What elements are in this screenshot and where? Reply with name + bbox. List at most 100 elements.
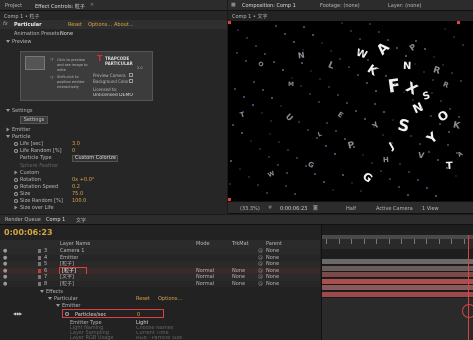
particle-type-dropdown[interactable]: Custom Colorize xyxy=(72,155,118,162)
timeline-timecode[interactable]: 0:00:06:23 xyxy=(4,228,53,237)
breadcrumb: Comp 1 • 粒子 xyxy=(4,14,40,20)
particle-speck xyxy=(328,86,330,88)
stopwatch-icon[interactable] xyxy=(14,191,18,196)
layer-track-bar[interactable] xyxy=(322,285,473,291)
particle-speck xyxy=(439,123,441,125)
work-area-bar[interactable] xyxy=(322,235,473,239)
time-ruler[interactable] xyxy=(322,239,473,249)
viewer-timecode[interactable]: 0:00:06:23 xyxy=(280,206,307,212)
layer-label-color[interactable] xyxy=(38,262,41,266)
zoom-dropdown[interactable]: (33.3%) xyxy=(240,206,260,212)
layer-name[interactable]: [粒子] xyxy=(60,281,74,288)
particle-speck xyxy=(237,29,239,31)
preview-camera-checkbox[interactable] xyxy=(129,73,133,77)
particle-speck xyxy=(389,178,391,180)
particle-speck xyxy=(332,189,334,191)
particle-speck xyxy=(423,71,425,73)
comp-canvas[interactable]: AFXNSYTKSWONGPLJVUNGWKYHELRPMOTRA xyxy=(228,21,473,201)
particle-letter: P xyxy=(407,42,418,53)
particle-speck xyxy=(462,44,464,46)
particle-speck xyxy=(314,173,316,175)
life-random-value[interactable]: 0 xyxy=(72,147,75,155)
layer-track-bar[interactable] xyxy=(322,278,473,285)
timeline-options-link[interactable]: Options... xyxy=(158,295,182,303)
size-random-value[interactable]: 100.0 xyxy=(72,197,86,205)
camera-dropdown[interactable]: Active Camera xyxy=(376,206,413,212)
particle-speck xyxy=(246,37,248,39)
preview-hint-2: Shift-click to position emitter interact… xyxy=(57,75,85,89)
particle-speck xyxy=(303,26,305,28)
particular-preview-box[interactable]: ☞ Click to preview and see image to writ… xyxy=(20,51,153,101)
particle-speck xyxy=(250,140,252,142)
stopwatch-icon[interactable] xyxy=(14,177,18,182)
size-over-life-row[interactable]: Size over Life xyxy=(14,204,54,212)
property-track-area xyxy=(322,298,473,340)
tab-project[interactable]: Project xyxy=(5,3,22,9)
resolution-dropdown[interactable]: Half xyxy=(346,206,356,212)
stopwatch-icon[interactable] xyxy=(14,198,18,203)
stopwatch-icon[interactable] xyxy=(65,312,69,316)
animation-presets-dropdown[interactable]: None xyxy=(60,31,73,37)
preview-section-label[interactable]: Preview xyxy=(6,39,31,45)
stopwatch-icon[interactable] xyxy=(14,148,18,153)
layer-track-bar[interactable] xyxy=(322,265,473,272)
effects-tree: Effects Particular Reset Options... Emit… xyxy=(0,288,320,340)
particle-letter: H xyxy=(382,155,390,165)
close-icon[interactable]: × xyxy=(90,2,94,8)
tab-comp-1[interactable]: Comp 1 xyxy=(46,217,65,223)
emitter-sub-value[interactable]: RGB - Particle Size xyxy=(136,336,182,340)
layer-label-color[interactable] xyxy=(38,249,41,253)
reset-link[interactable]: Reset xyxy=(68,22,82,28)
licensed-name: Unlicensed DEMO xyxy=(93,93,133,98)
layer-label-color[interactable] xyxy=(38,268,41,273)
layer-mode[interactable]: Normal xyxy=(196,281,214,288)
ruler-tick xyxy=(338,239,340,244)
timeline-reset-link[interactable]: Reset xyxy=(136,295,150,303)
tab-layer[interactable]: Layer: (none) xyxy=(388,3,422,9)
particle-speck xyxy=(382,134,384,136)
settings-button[interactable]: Settings xyxy=(20,116,48,124)
layer-row[interactable]: ● 8 [粒子] Normal None @ None xyxy=(0,280,320,288)
layer-trkmat[interactable]: None xyxy=(232,281,245,288)
visibility-eye-icon[interactable]: ● xyxy=(3,281,7,288)
about-link[interactable]: About... xyxy=(114,22,134,28)
tab-composition[interactable]: Composition: Comp 1 xyxy=(242,3,296,9)
tab-effect-controls[interactable]: Effect Controls: 粒子 xyxy=(35,3,85,10)
playhead[interactable] xyxy=(468,235,469,340)
ruler-tick xyxy=(351,239,352,244)
layer-label-color[interactable] xyxy=(38,255,41,260)
layer-label-color[interactable] xyxy=(38,275,41,279)
particle-speck xyxy=(273,61,275,63)
keyframe-navigator-icon[interactable]: ◀◆▶ xyxy=(13,311,22,316)
layer-track-bar[interactable] xyxy=(322,272,473,278)
options-link[interactable]: Options... xyxy=(88,22,112,28)
stopwatch-icon[interactable] xyxy=(14,184,18,189)
tab-render-queue[interactable]: Render Queue xyxy=(5,217,41,223)
particle-speck xyxy=(376,67,378,69)
layer-track-bar[interactable] xyxy=(322,259,473,265)
settings-section-label[interactable]: Settings xyxy=(6,108,33,114)
grid-icon[interactable]: # xyxy=(268,205,272,211)
particle-speck xyxy=(330,50,332,52)
particle-speck xyxy=(341,22,343,24)
preview-thumb[interactable] xyxy=(25,56,45,70)
particle-speck xyxy=(307,129,309,131)
particle-speck xyxy=(375,90,377,92)
camera-icon[interactable]: ◙ xyxy=(313,205,318,211)
background-color-checkbox[interactable] xyxy=(129,79,133,83)
particle-letter: S xyxy=(396,114,412,137)
parent-pickwhip-icon[interactable]: @ xyxy=(258,281,263,288)
ruler-tick xyxy=(376,239,377,244)
particle-speck xyxy=(435,195,437,197)
layer-parent[interactable]: None xyxy=(266,281,279,288)
particles-sec-value[interactable]: 0 xyxy=(137,312,140,318)
tab-text-comp[interactable]: 文字 xyxy=(76,217,86,224)
tab-footage[interactable]: Footage: (none) xyxy=(320,3,360,9)
layer-track-bar[interactable] xyxy=(322,291,473,298)
layer-label-color[interactable] xyxy=(38,281,41,286)
stopwatch-icon[interactable] xyxy=(14,141,18,146)
lock-icon[interactable]: ■ xyxy=(231,2,236,8)
particle-speck xyxy=(407,194,409,196)
effect-name[interactable]: Particular xyxy=(14,22,42,28)
view-layout-dropdown[interactable]: 1 View xyxy=(422,206,439,212)
